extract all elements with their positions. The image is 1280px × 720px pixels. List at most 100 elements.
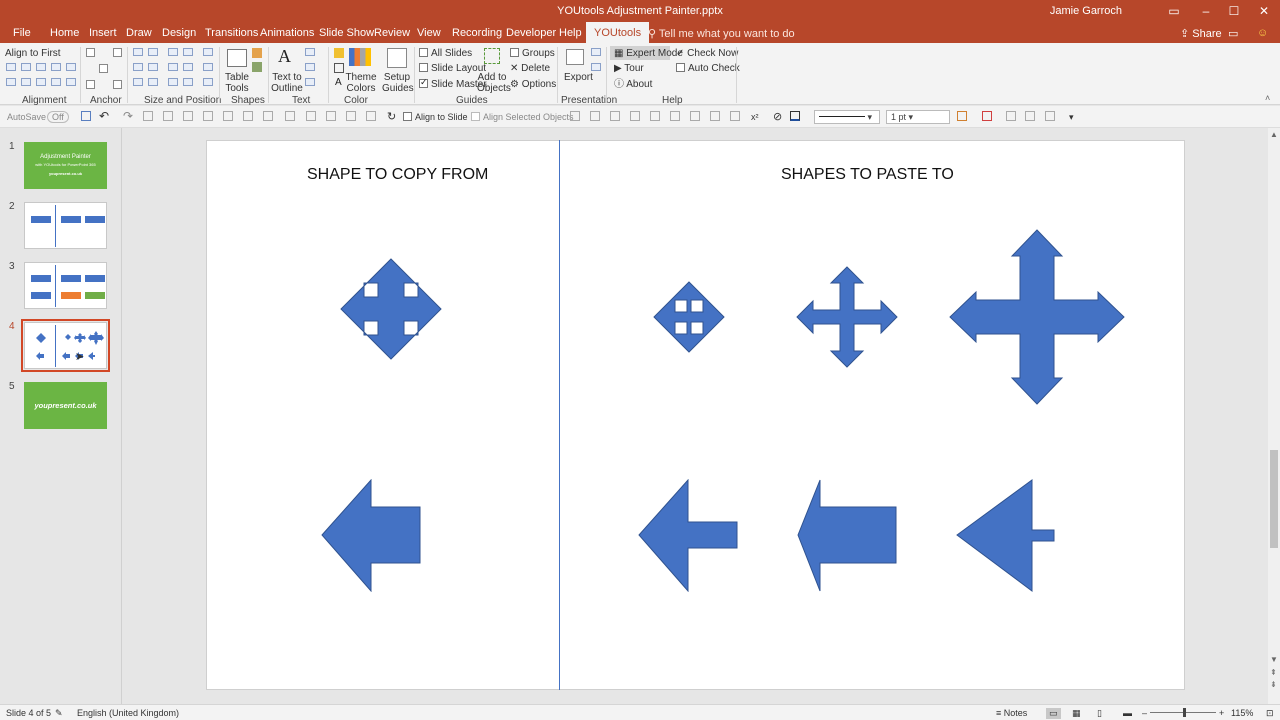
slide-thumbnail-4[interactable]: ➤ [21, 319, 110, 372]
target-cross-arrow-shape-3[interactable] [949, 229, 1125, 405]
qat-align-8[interactable] [710, 111, 720, 121]
slide-sorter-icon[interactable]: ▦ [1072, 708, 1081, 719]
zoom-out-icon[interactable]: – [1142, 708, 1147, 718]
tab-insert[interactable]: Insert [89, 27, 117, 39]
tab-animations[interactable]: Animations [260, 27, 314, 39]
swap-icon[interactable] [183, 48, 193, 56]
qat-align-6[interactable] [670, 111, 680, 121]
pen-icon[interactable] [334, 63, 344, 73]
tab-file[interactable]: File [13, 27, 31, 39]
slideshow-view-icon[interactable]: ▬ [1123, 708, 1132, 718]
tab-slide-show[interactable]: Slide Show [319, 27, 374, 39]
slide-thumbnail-2[interactable] [24, 202, 107, 249]
line-style-dropdown[interactable]: ▾ [814, 110, 880, 124]
undo-icon[interactable]: ↶ [99, 109, 109, 123]
qat-icon-6[interactable] [243, 111, 253, 121]
target-left-arrow-shape-2[interactable] [797, 479, 898, 592]
autosave-toggle[interactable]: Off [47, 111, 69, 123]
qat-align-7[interactable] [690, 111, 700, 121]
font-color-icon[interactable]: A [335, 77, 342, 88]
align-selected-checkbox[interactable]: Align Selected Objects [471, 112, 574, 122]
qat-align-2[interactable] [590, 111, 600, 121]
text-to-outline-button[interactable]: Text to Outline [270, 72, 304, 94]
add-objects-icon[interactable] [484, 48, 500, 64]
align-bottom-icon[interactable] [66, 63, 76, 71]
tab-design[interactable]: Design [162, 27, 196, 39]
normal-view-icon[interactable]: ▭ [1046, 708, 1061, 719]
align-more-icon[interactable] [66, 78, 76, 86]
share-button[interactable]: ⇪ Share [1180, 27, 1222, 40]
tab-youtools[interactable]: YOUtools [586, 22, 650, 43]
theme-colors-button[interactable]: Theme Colors [344, 72, 378, 94]
options-button[interactable]: ⚙ Options [510, 79, 556, 90]
slide-divider-line[interactable] [559, 140, 560, 690]
tile-icon[interactable] [133, 78, 143, 86]
text-abc2-icon[interactable] [305, 63, 315, 71]
slide-thumbnail-1[interactable]: Adjustment Painter with YOUtools for Pow… [24, 142, 107, 189]
align-top-icon[interactable] [36, 78, 46, 86]
position-icon[interactable] [168, 78, 178, 86]
source-left-arrow-shape[interactable] [321, 479, 422, 592]
target-cross-arrow-shape-1[interactable] [653, 281, 725, 353]
qat-align-9[interactable] [730, 111, 740, 121]
right-heading[interactable]: SHAPES TO PASTE TO [781, 166, 954, 184]
rotate-icon[interactable] [183, 78, 193, 86]
zoom-slider-knob[interactable] [1183, 708, 1186, 717]
zoom-in-icon[interactable]: + [1219, 708, 1224, 718]
table-icon[interactable] [227, 49, 247, 67]
qat-align-3[interactable] [610, 111, 620, 121]
slide-layout-checkbox[interactable]: Slide Layout [419, 63, 486, 74]
qat-align-1[interactable] [570, 111, 580, 121]
qat-extra-2[interactable] [1025, 111, 1035, 121]
user-name[interactable]: Jamie Garroch [1050, 5, 1122, 17]
anchor-c-checkbox[interactable] [99, 64, 108, 73]
groups-checkbox[interactable]: Groups [510, 48, 555, 59]
auto-check-checkbox[interactable]: Auto Check [676, 63, 740, 74]
qat-icon-5[interactable] [223, 111, 233, 121]
same-size-icon[interactable] [168, 48, 178, 56]
tour-button[interactable]: ▶ Tour [614, 63, 644, 74]
tab-draw[interactable]: Draw [126, 27, 152, 39]
vertical-scrollbar[interactable]: ▲ ▼ ⇞ ⇟ [1268, 128, 1280, 704]
qat-extra-3[interactable] [1045, 111, 1055, 121]
same-height-icon[interactable] [148, 48, 158, 56]
check-now-button[interactable]: ✓ Check Now [676, 48, 738, 59]
all-slides-checkbox[interactable]: All Slides [419, 48, 472, 59]
grid-icon[interactable] [148, 78, 158, 86]
customize-qat-icon[interactable]: ▾ [1069, 112, 1074, 123]
distribute-h-icon[interactable] [6, 78, 16, 86]
superscript-icon[interactable]: x² [751, 112, 759, 122]
save-icon[interactable] [81, 111, 91, 121]
dash-style-icon[interactable] [957, 111, 967, 121]
delete-button[interactable]: ✕ Delete [510, 63, 550, 74]
anchor-br-checkbox[interactable] [113, 80, 122, 89]
presentation-icon-2[interactable] [591, 63, 601, 71]
tab-recording[interactable]: Recording [452, 27, 502, 39]
scrollbar-thumb[interactable] [1270, 450, 1278, 548]
same-width-icon[interactable] [133, 48, 143, 56]
outline-color-icon[interactable] [790, 111, 800, 121]
stretch-bottom-icon[interactable] [183, 63, 193, 71]
tell-me-search[interactable]: ⚲ Tell me what you want to do [648, 27, 795, 40]
align-to-slide-checkbox[interactable]: Align to Slide [403, 112, 468, 122]
scroll-up-icon[interactable]: ▲ [1270, 130, 1278, 139]
qat-icon-10[interactable] [326, 111, 336, 121]
export-icon[interactable] [566, 49, 584, 65]
stretch-top-icon[interactable] [168, 63, 178, 71]
about-button[interactable]: ⓘ About [614, 79, 652, 90]
anchor-tl-checkbox[interactable] [86, 48, 95, 57]
tab-home[interactable]: Home [50, 27, 79, 39]
scroll-down-icon[interactable]: ▼ [1270, 655, 1278, 664]
export-button[interactable]: Export [564, 72, 593, 83]
tab-view[interactable]: View [417, 27, 441, 39]
stretch-all-icon[interactable] [203, 63, 213, 71]
qat-icon-12[interactable] [366, 111, 376, 121]
presentation-icon-1[interactable] [591, 48, 601, 56]
qat-icon-9[interactable] [306, 111, 316, 121]
qat-icon-8[interactable] [285, 111, 295, 121]
qat-icon-3[interactable] [183, 111, 193, 121]
fit-to-window-icon[interactable]: ⊡ [1266, 708, 1274, 719]
text-abc-icon[interactable] [305, 48, 315, 56]
theme-colors-icon[interactable] [349, 48, 371, 66]
add-to-objects-button[interactable]: Add to Objects [477, 72, 511, 94]
